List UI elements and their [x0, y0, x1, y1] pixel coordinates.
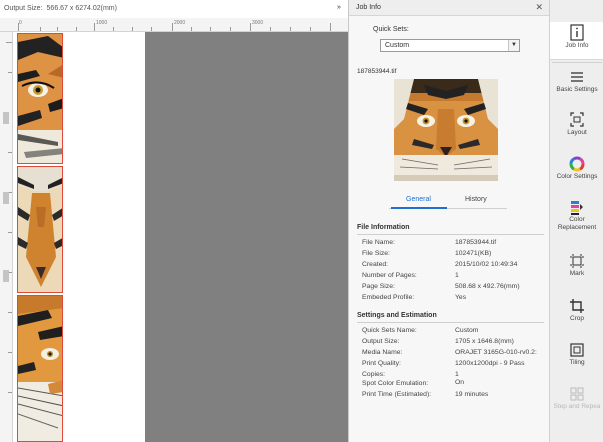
rail-mark-label: Mark — [569, 270, 585, 277]
created-value: 2015/10/02 10:49:34 — [455, 261, 518, 268]
tile-strip[interactable] — [17, 33, 63, 442]
copies-value: 1 — [455, 371, 459, 378]
quick-sets-name-key: Quick Sets Name: — [362, 327, 417, 334]
active-tab-indicator — [391, 207, 447, 209]
file-size-value: 102471(KB) — [455, 250, 492, 257]
file-size-key: File Size: — [362, 250, 390, 257]
copies-key: Copies: — [362, 371, 386, 378]
rail-mark[interactable]: Mark — [550, 252, 603, 278]
quick-sets-name-value: Custom — [455, 327, 479, 334]
output-size-label: Output Size: — [4, 5, 43, 12]
number-of-pages-key: Number of Pages: — [362, 272, 417, 279]
media-name-key: Media Name: — [362, 349, 403, 356]
tile-3[interactable] — [17, 295, 63, 442]
number-of-pages-value: 1 — [455, 272, 459, 279]
collapse-panel-button[interactable]: » — [337, 4, 341, 11]
page-size-key: Page Size: — [362, 283, 395, 290]
section-divider — [357, 322, 544, 323]
quick-sets-value: Custom — [385, 42, 410, 49]
quick-sets-dropdown[interactable]: Custom ▼ — [380, 39, 520, 52]
rail-color-replacement[interactable]: Color Replacement — [550, 198, 603, 232]
output-size-readout: Output Size: 566.67 x 6274.02(mm) — [4, 5, 117, 12]
file-name-label: 187853944.tif — [357, 68, 397, 75]
ruler-label: 1000 — [96, 20, 108, 26]
settings-rail: Job Info Basic Settings Layout Color Set… — [549, 0, 603, 442]
tab-history[interactable]: History — [465, 196, 487, 203]
rail-crop-label: Crop — [569, 315, 585, 322]
ruler-label: 2000 — [174, 20, 186, 26]
rail-divider — [552, 62, 602, 63]
print-time-key: Print Time (Estimated): — [362, 391, 432, 398]
rail-color-replacement-label-2: Replacement — [557, 224, 597, 231]
rail-step-and-repeat-label: Step and Repea — [553, 403, 601, 410]
spot-color-emulation-key: Spot Color Emulation: — [362, 380, 429, 387]
output-size-key: Output Size: — [362, 338, 400, 345]
file-name-key: File Name: — [362, 239, 395, 246]
settings-estimation-heading: Settings and Estimation — [357, 312, 437, 319]
job-info-title: Job Info — [356, 4, 381, 11]
section-divider — [357, 234, 544, 235]
rail-color-replacement-label-1: Color — [569, 216, 585, 223]
job-info-header: Job Info ✕ — [349, 0, 549, 16]
step-repeat-icon — [570, 387, 584, 401]
spot-color-emulation-value: On — [455, 379, 465, 386]
job-thumbnail — [394, 79, 498, 181]
tile-1[interactable] — [17, 33, 63, 164]
print-quality-key: Print Quality: — [362, 360, 401, 367]
ruler-label: 0 — [19, 20, 22, 26]
tiling-icon — [570, 343, 584, 357]
horizontal-ruler: 0 1000 2000 3000 — [0, 18, 348, 32]
print-quality-value: 1200x1200dpi - 9 Pass — [455, 360, 525, 367]
tile-2[interactable] — [17, 166, 63, 293]
quick-sets-label: Quick Sets: — [373, 26, 409, 33]
rail-tiling[interactable]: Tiling — [550, 341, 603, 367]
color-swatches-icon — [571, 201, 583, 215]
job-info-tabs: General History — [389, 195, 507, 209]
file-name-value: 187853944.tif — [455, 239, 497, 246]
rail-basic-settings[interactable]: Basic Settings — [550, 68, 603, 94]
chevron-down-icon: ▼ — [508, 40, 519, 51]
layout-icon — [570, 112, 584, 127]
close-icon[interactable]: ✕ — [535, 2, 543, 13]
color-wheel-icon — [569, 156, 585, 172]
ruler-label: 3000 — [252, 20, 264, 26]
crop-icon — [570, 299, 584, 313]
rail-step-and-repeat[interactable]: Step and Repea — [550, 385, 603, 411]
page-size-value: 508.68 x 492.76(mm) — [455, 283, 520, 290]
rail-tiling-label: Tiling — [569, 359, 585, 366]
file-information-heading: File Information — [357, 224, 410, 231]
rail-job-info-label: Job Info — [565, 42, 589, 49]
embedded-profile-value: Yes — [455, 294, 467, 301]
embedded-profile-key: Embeded Profile: — [362, 294, 415, 301]
vertical-ruler — [0, 32, 13, 442]
preview-area: Output Size: 566.67 x 6274.02(mm) » 0 100… — [0, 0, 348, 442]
crop-marks-icon — [570, 254, 584, 268]
output-size-value: 1705 x 1646.8(mm) — [455, 338, 514, 345]
media-name-value: ORAJET 3165G-010-rv0.2: — [455, 349, 537, 356]
output-size-value: 566.67 x 6274.02(mm) — [46, 5, 117, 12]
list-icon — [571, 72, 583, 82]
tab-general[interactable]: General — [406, 196, 431, 203]
rail-job-info[interactable]: Job Info — [550, 22, 603, 60]
outside-media-area — [145, 32, 348, 442]
rail-basic-settings-label: Basic Settings — [556, 86, 598, 93]
rail-color-settings[interactable]: Color Settings — [550, 155, 603, 181]
print-time-value: 19 minutes — [455, 391, 489, 398]
rail-layout[interactable]: Layout — [550, 111, 603, 137]
created-key: Created: — [362, 261, 389, 268]
rail-crop[interactable]: Crop — [550, 297, 603, 323]
job-info-panel: Job Info ✕ Quick Sets: Custom ▼ 18785394… — [348, 0, 549, 442]
rail-color-settings-label: Color Settings — [556, 173, 598, 180]
rail-layout-label: Layout — [567, 129, 587, 136]
document-info-icon — [570, 24, 584, 41]
